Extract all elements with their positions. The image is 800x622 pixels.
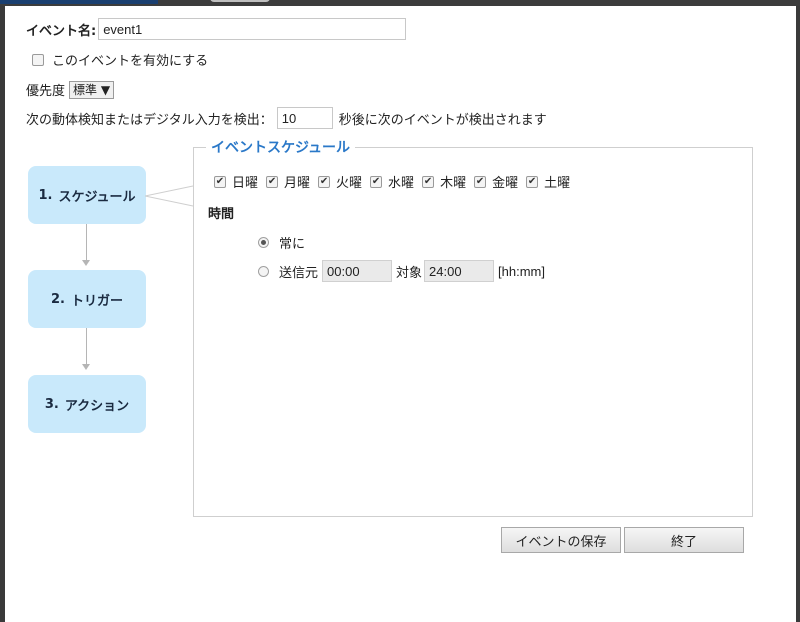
detection-suffix: 秒後に次のイベントが検出されます: [338, 112, 547, 128]
to-time-input[interactable]: 24:00: [424, 260, 495, 282]
priority-label: 優先度: [26, 84, 66, 99]
day-sunday-checkbox[interactable]: ✔: [214, 175, 226, 188]
day-monday-label: 月曜: [284, 176, 311, 191]
step-schedule-number: 1.: [38, 187, 53, 203]
tab-fragment: [210, 0, 270, 2]
step-action-label: アクション: [64, 398, 130, 414]
detection-interval-value: 10: [281, 110, 297, 126]
from-time-value: 00:00: [327, 263, 360, 279]
day-friday-label: 金曜: [492, 176, 519, 191]
window-top-bar: [0, 0, 800, 6]
step-arrow-1: [82, 260, 90, 266]
event-name-input[interactable]: event1: [98, 18, 407, 40]
event-name-row: イベント名: event1: [26, 18, 407, 40]
time-format-hint: [hh:mm]: [498, 263, 545, 279]
detection-prefix: 次の動体検知またはデジタル入力を検出：: [26, 112, 273, 128]
from-label: 送信元: [279, 265, 319, 281]
day-saturday-checkbox[interactable]: ✔: [526, 175, 539, 188]
priority-value: 標準 ▼: [73, 83, 111, 97]
step-schedule-label: スケジュール: [58, 189, 136, 205]
enable-event-row: このイベントを有効にする: [32, 50, 208, 69]
frame-left-border: [0, 6, 5, 622]
time-range-radio[interactable]: [258, 265, 269, 277]
detection-interval-input[interactable]: 10: [276, 107, 333, 129]
to-label: 対象: [396, 265, 423, 281]
time-range-option: 送信元 00:00 対象 24:00 [hh:mm]: [258, 260, 545, 282]
radio-selected-dot: [261, 240, 266, 245]
day-sunday-label: 日曜: [232, 176, 259, 191]
event-name-label: イベント名:: [26, 23, 97, 39]
always-radio[interactable]: [258, 237, 269, 248]
day-tuesday[interactable]: ✔ 火曜: [318, 172, 362, 191]
day-tuesday-checkbox[interactable]: ✔: [318, 175, 331, 188]
day-tuesday-label: 火曜: [336, 176, 363, 191]
step-trigger-label: トリガー: [70, 293, 123, 309]
callout-pointer: [145, 185, 194, 207]
step-action-number: 3.: [44, 396, 59, 412]
day-friday[interactable]: ✔ 金曜: [474, 172, 518, 191]
weekday-checkboxes: ✔ 日曜 ✔ 月曜 ✔ 火曜 ✔ 水曜 ✔ 木曜 ✔ 金曜 ✔ 土曜: [214, 172, 578, 191]
priority-select[interactable]: 標準 ▼: [69, 80, 115, 99]
day-monday[interactable]: ✔ 月曜: [266, 172, 310, 191]
step-schedule[interactable]: 1. スケジュール: [28, 166, 146, 224]
always-label: 常に: [279, 237, 306, 252]
step-arrow-2: [82, 364, 90, 370]
priority-row: 優先度 標準 ▼: [26, 80, 115, 99]
day-thursday-label: 木曜: [440, 176, 467, 191]
time-heading: 時間: [208, 207, 235, 222]
always-option[interactable]: 常に: [258, 233, 305, 252]
step-connector-1: [86, 224, 87, 260]
active-tab-indicator: [0, 0, 158, 4]
enable-event-checkbox[interactable]: [32, 53, 44, 66]
day-wednesday-checkbox[interactable]: ✔: [370, 175, 383, 188]
day-friday-checkbox[interactable]: ✔: [474, 175, 487, 188]
close-button[interactable]: 終了: [624, 527, 744, 553]
day-saturday-label: 土曜: [544, 176, 571, 191]
event-name-value: event1: [103, 21, 143, 37]
day-thursday[interactable]: ✔ 木曜: [422, 172, 466, 191]
day-wednesday-label: 水曜: [388, 176, 415, 191]
schedule-title: イベントスケジュール: [206, 137, 356, 157]
frame-right-border: [796, 6, 800, 622]
day-thursday-checkbox[interactable]: ✔: [422, 175, 435, 188]
day-monday-checkbox[interactable]: ✔: [266, 175, 279, 188]
enable-event-label: このイベントを有効にする: [52, 54, 209, 69]
day-sunday[interactable]: ✔ 日曜: [214, 172, 258, 191]
step-action[interactable]: 3. アクション: [28, 375, 146, 433]
schedule-panel: [193, 147, 753, 517]
step-trigger-number: 2.: [51, 291, 65, 307]
to-time-value: 24:00: [429, 263, 462, 279]
detection-row: 次の動体検知またはデジタル入力を検出： 10 秒後に次のイベントが検出されます: [26, 107, 547, 129]
day-saturday[interactable]: ✔ 土曜: [526, 172, 570, 191]
step-connector-2: [86, 328, 87, 364]
save-event-button[interactable]: イベントの保存: [501, 527, 621, 553]
step-trigger[interactable]: 2. トリガー: [28, 270, 146, 328]
day-wednesday[interactable]: ✔ 水曜: [370, 172, 414, 191]
from-time-input[interactable]: 00:00: [322, 260, 393, 282]
